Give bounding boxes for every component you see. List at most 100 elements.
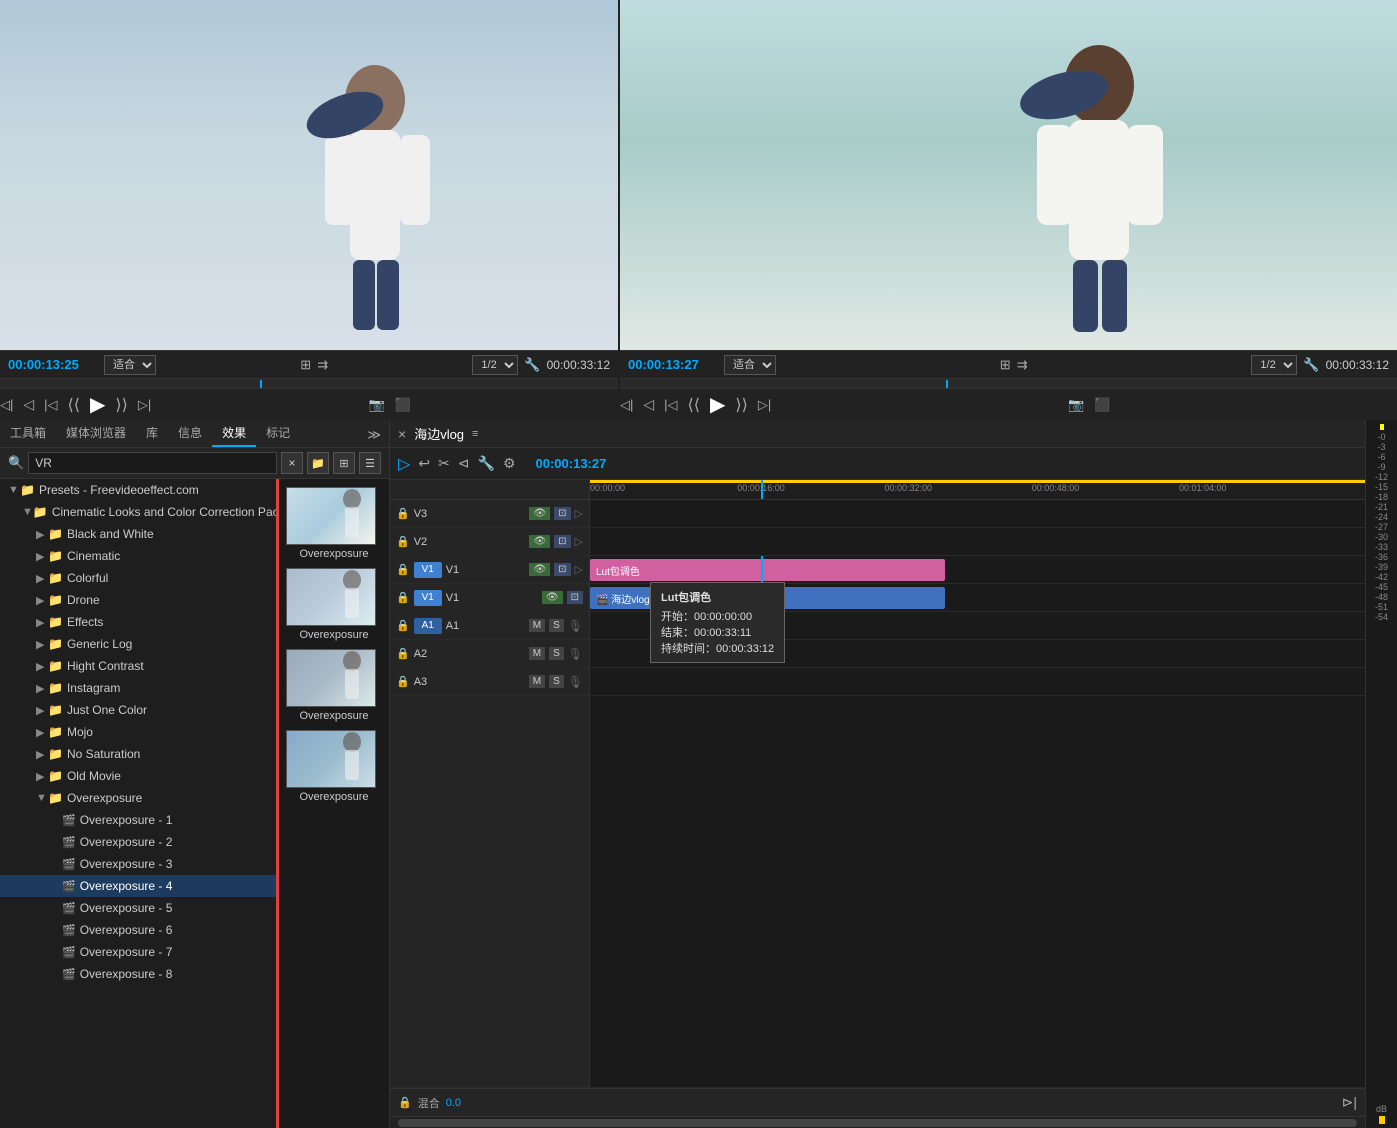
tree-item-justone[interactable]: ▶📁Just One Color (0, 699, 276, 721)
tree-item-generic[interactable]: ▶📁Generic Log (0, 633, 276, 655)
rpb-btn-fwd[interactable]: ⟩⟩ (735, 395, 747, 415)
rpb-btn-more[interactable]: ⬛ (1094, 397, 1110, 413)
right-ratio-select[interactable]: 1/2 (1251, 355, 1297, 375)
pb-btn-step-fwd[interactable]: ▷| (138, 397, 151, 413)
track-a1-lock[interactable]: 🔒 (396, 619, 410, 632)
pb-btn-rewind[interactable]: ⟨⟨ (68, 395, 80, 415)
track-v3-lock[interactable]: 🔒 (396, 507, 410, 520)
track-v1b-eye[interactable]: 👁 (542, 591, 563, 604)
tree-item-colorful[interactable]: ▶📁Colorful (0, 567, 276, 589)
tl-tool-pen[interactable]: 🔧 (478, 455, 495, 472)
tl-tool-settings[interactable]: ⚙ (503, 455, 516, 472)
search-input[interactable] (28, 452, 277, 474)
pb-btn-prev[interactable]: ◁ (23, 396, 34, 413)
tree-item-ov2[interactable]: 🎬Overexposure - 2 (0, 831, 276, 853)
preset-thumb-2[interactable]: Overexposure (286, 568, 382, 641)
track-v3-eye[interactable]: 👁 (529, 507, 550, 520)
track-v1-toggle[interactable]: V1 (414, 562, 442, 578)
search-grid-btn[interactable]: ⊞ (333, 452, 355, 474)
timeline-close[interactable]: × (398, 426, 406, 442)
left-fit-select[interactable]: 适合 (104, 355, 156, 375)
tree-item-ov8[interactable]: 🎬Overexposure - 8 (0, 963, 276, 985)
left-wrench-icon[interactable]: 🔧 (524, 357, 540, 373)
tree-item-hight[interactable]: ▶📁Hight Contrast (0, 655, 276, 677)
tab-more[interactable]: ≫ (359, 423, 389, 447)
tab-library[interactable]: 库 (136, 420, 168, 447)
timeline-scrollbar[interactable] (390, 1116, 1365, 1128)
tree-label-ov1: Overexposure - 1 (80, 813, 173, 827)
pb-btn-fwd[interactable]: ⟩⟩ (115, 395, 127, 415)
preset-thumb-1[interactable]: Overexposure (286, 487, 382, 560)
tree-item-oldmovie[interactable]: ▶📁Old Movie (0, 765, 276, 787)
left-video-display (0, 0, 618, 350)
preset-thumb-3[interactable]: Overexposure (286, 649, 382, 722)
track-a2-m[interactable]: M (529, 647, 545, 660)
tree-item-instagram[interactable]: ▶📁Instagram (0, 677, 276, 699)
track-v1-lock[interactable]: 🔒 (396, 563, 410, 576)
track-a3-s[interactable]: S (549, 675, 564, 688)
pb-btn-more[interactable]: ⬛ (395, 397, 411, 413)
timeline-tab-bar: × 海边vlog ≡ (390, 420, 1365, 448)
tree-item-drone[interactable]: ▶📁Drone (0, 589, 276, 611)
tl-tool-slip[interactable]: ⊲ (458, 455, 470, 472)
track-a1-m[interactable]: M (529, 619, 545, 632)
pb-btn-play[interactable]: ▶ (90, 392, 105, 417)
rpb-btn-play[interactable]: ▶ (710, 392, 725, 417)
tab-marks[interactable]: 标记 (256, 420, 300, 447)
tree-label-effects: Effects (67, 615, 103, 629)
track-a1-s[interactable]: S (549, 619, 564, 632)
db-9: -9 (1377, 462, 1385, 472)
tree-item-ov4[interactable]: 🎬Overexposure - 4 (0, 875, 276, 897)
tree-item-cinematic2[interactable]: ▶📁Cinematic (0, 545, 276, 567)
right-wrench-icon[interactable]: 🔧 (1303, 357, 1319, 373)
right-fit-select[interactable]: 适合 (724, 355, 776, 375)
right-controls-bar: 00:00:13:27 适合 ⊞ ⇉ 1/2 🔧 00:00:33:12 (620, 350, 1397, 378)
tree-item-cinematic[interactable]: ▼📁Cinematic Looks and Color Correction P… (0, 501, 276, 523)
track-a2-s[interactable]: S (549, 647, 564, 660)
tree-item-ov1[interactable]: 🎬Overexposure - 1 (0, 809, 276, 831)
tree-item-nosat[interactable]: ▶📁No Saturation (0, 743, 276, 765)
track-v1-eye[interactable]: 👁 (529, 563, 550, 576)
preset-thumb-4[interactable]: Overexposure (286, 730, 382, 803)
search-list-btn[interactable]: ☰ (359, 452, 381, 474)
tab-media[interactable]: 媒体浏览器 (56, 420, 136, 447)
rpb-btn-prev[interactable]: ◁ (643, 396, 654, 413)
mix-end-btn[interactable]: ⊳| (1342, 1094, 1357, 1111)
tab-toolbox[interactable]: 工具箱 (0, 420, 56, 447)
track-a1-toggle[interactable]: A1 (414, 618, 442, 634)
pb-btn-step-back[interactable]: |◁ (44, 397, 57, 413)
rpb-btn-out[interactable]: ◁| (620, 397, 633, 413)
tree-item-bw[interactable]: ▶📁Black and White (0, 523, 276, 545)
search-folder-btn[interactable]: 📁 (307, 452, 329, 474)
tl-tool-select[interactable]: ▷ (398, 454, 410, 474)
rpb-btn-step-back[interactable]: |◁ (664, 397, 677, 413)
rpb-btn-step-fwd[interactable]: ▷| (758, 397, 771, 413)
rpb-btn-cam[interactable]: 📷 (1068, 397, 1084, 413)
tab-effects[interactable]: 效果 (212, 420, 256, 447)
tree-item-presets-root[interactable]: ▼📁Presets - Freevideoeffect.com (0, 479, 276, 501)
tree-item-ov5[interactable]: 🎬Overexposure - 5 (0, 897, 276, 919)
tl-tool-razor[interactable]: ✂ (438, 455, 450, 472)
pb-btn-out[interactable]: ◁| (0, 397, 13, 413)
tree-item-ov6[interactable]: 🎬Overexposure - 6 (0, 919, 276, 941)
track-v2-eye[interactable]: 👁 (529, 535, 550, 548)
tree-item-overexposure[interactable]: ▼📁Overexposure (0, 787, 276, 809)
tl-tool-ripple[interactable]: ↩ (418, 455, 430, 472)
db-0: -0 (1377, 432, 1385, 442)
track-v3-box[interactable]: ⊡ (554, 507, 570, 520)
left-ratio-select[interactable]: 1/2 (472, 355, 518, 375)
track-v2-lock[interactable]: 🔒 (396, 535, 410, 548)
tree-item-ov3[interactable]: 🎬Overexposure - 3 (0, 853, 276, 875)
track-v1b-box[interactable]: ⊡ (567, 591, 583, 604)
search-clear-btn[interactable]: × (281, 452, 303, 474)
tree-item-effects[interactable]: ▶📁Effects (0, 611, 276, 633)
pb-btn-cam[interactable]: 📷 (368, 397, 384, 413)
tree-item-mojo[interactable]: ▶📁Mojo (0, 721, 276, 743)
clip-lut[interactable]: Lut包调色 (590, 559, 945, 581)
tree-item-ov7[interactable]: 🎬Overexposure - 7 (0, 941, 276, 963)
tab-info[interactable]: 信息 (168, 420, 212, 447)
rpb-btn-rewind[interactable]: ⟨⟨ (688, 395, 700, 415)
track-v2-box[interactable]: ⊡ (554, 535, 570, 548)
track-v1-box[interactable]: ⊡ (554, 563, 570, 576)
track-a3-m[interactable]: M (529, 675, 545, 688)
